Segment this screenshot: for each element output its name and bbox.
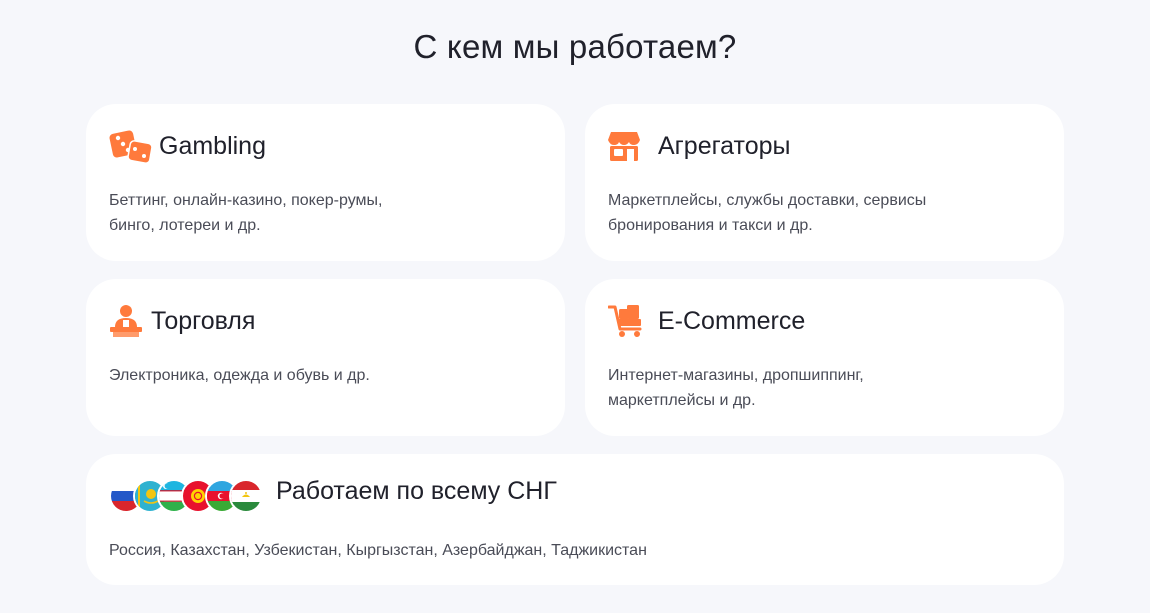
flags-group xyxy=(109,479,263,513)
card-header: E-Commerce xyxy=(608,303,805,339)
card-title: Gambling xyxy=(159,131,266,160)
page-title: С кем мы работаем? xyxy=(413,28,737,65)
card-ecommerce: E-Commerce Интернет-магазины, дропшиппин… xyxy=(585,279,1064,436)
card-header: Gambling xyxy=(109,128,266,164)
card-description: Интернет-магазины, дропшиппинг, маркетпл… xyxy=(608,367,864,409)
seller-icon xyxy=(109,303,147,339)
card-description: Маркетплейсы, службы доставки, сервисы б… xyxy=(608,192,927,234)
card-trade: Торговля Электроника, одежда и обувь и д… xyxy=(86,279,565,436)
card-description: Беттинг, онлайн-казино, покер-румы, бинг… xyxy=(109,192,383,234)
card-header: Агрегаторы xyxy=(608,128,790,164)
dice-icon xyxy=(109,128,153,164)
cis-title: Работаем по всему СНГ xyxy=(276,477,557,505)
card-title: Агрегаторы xyxy=(658,131,791,160)
tajikistan-flag-icon xyxy=(229,479,263,513)
card-description: Электроника, одежда и обувь и др. xyxy=(109,367,370,384)
card-title: E-Commerce xyxy=(658,306,806,335)
storefront-icon xyxy=(608,128,652,164)
card-cis: Работаем по всему СНГ Россия, Казахстан,… xyxy=(86,454,1064,585)
cis-countries: Россия, Казахстан, Узбекистан, Кыргызста… xyxy=(109,542,647,559)
card-aggregators: Агрегаторы Маркетплейсы, службы доставки… xyxy=(585,104,1064,261)
card-gambling: Gambling Беттинг, онлайн-казино, покер-р… xyxy=(86,104,565,261)
card-title: Торговля xyxy=(151,306,256,335)
shopping-cart-icon xyxy=(608,303,652,339)
card-header: Торговля xyxy=(109,303,255,339)
